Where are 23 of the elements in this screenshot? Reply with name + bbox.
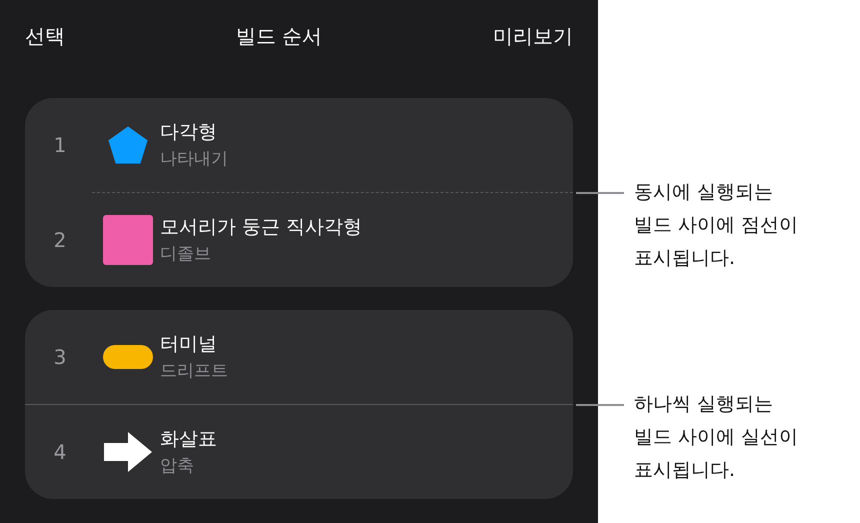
build-name: 모서리가 둥근 직사각형 bbox=[160, 215, 362, 240]
preview-button[interactable]: 미리보기 bbox=[492, 21, 573, 51]
build-effect: 압축 bbox=[160, 455, 195, 478]
callout-text: 빌드 사이에 점선이 bbox=[634, 213, 798, 238]
build-number: 2 bbox=[52, 228, 68, 252]
build-number: 3 bbox=[52, 345, 68, 369]
build-name: 다각형 bbox=[160, 120, 218, 145]
leader-line bbox=[576, 192, 624, 194]
callout-text: 하나씩 실행되는 bbox=[634, 392, 774, 417]
build-effect: 디졸브 bbox=[160, 243, 212, 266]
callout-text: 동시에 실행되는 bbox=[634, 180, 774, 205]
build-name: 화살표 bbox=[160, 427, 217, 452]
select-button[interactable]: 선택 bbox=[25, 21, 65, 51]
callout-text: 표시됩니다. bbox=[634, 246, 736, 271]
callout-text: 표시됩니다. bbox=[634, 458, 736, 483]
build-number: 4 bbox=[52, 440, 68, 464]
build-effect: 나타내기 bbox=[160, 148, 228, 171]
callout-text: 빌드 사이에 실선이 bbox=[634, 425, 798, 450]
build-effect: 드리프트 bbox=[160, 360, 228, 383]
leader-line bbox=[576, 404, 624, 406]
build-number: 1 bbox=[52, 133, 68, 157]
build-name: 터미널 bbox=[160, 332, 218, 357]
screen-title: 빌드 순서 bbox=[236, 23, 322, 50]
